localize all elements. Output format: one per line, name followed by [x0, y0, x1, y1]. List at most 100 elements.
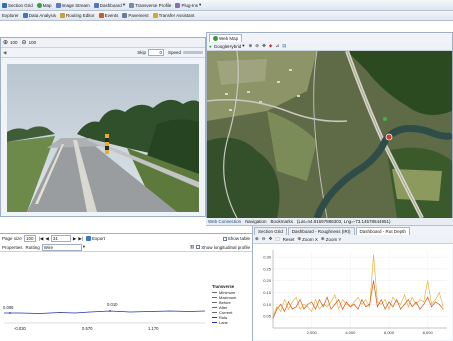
map-toolbar: ● GoogleHybrid ▾ ⊕ ⊖ ✥ ◆ ⊿ ▤ — [207, 42, 452, 51]
route-icon — [60, 13, 66, 18]
page-input[interactable]: 31 — [50, 235, 71, 242]
x-tick-label: 4,000 — [345, 330, 356, 335]
skip-input[interactable]: 0 — [147, 49, 164, 56]
image-panel: ⊕ 100 ⊖ 100 ◀ Skip 0 Speed — [0, 37, 206, 217]
data-point — [276, 308, 278, 310]
zoom-out-icon[interactable]: ⊖ — [22, 39, 27, 46]
pavement-button[interactable]: Pavement — [122, 13, 149, 18]
prev-page-icon[interactable]: ◀ — [45, 236, 48, 242]
provider-select[interactable]: GoogleHybrid — [214, 44, 242, 49]
zoom-in-icon[interactable]: ⊕ — [255, 236, 259, 242]
pan-icon[interactable]: ✥ — [262, 43, 266, 49]
data-point — [361, 299, 363, 300]
data-point — [365, 299, 367, 300]
tab-rut-depth[interactable]: Dashboard - Rut Depth — [355, 226, 410, 235]
marker-icon[interactable]: ◆ — [269, 43, 272, 49]
pan-icon[interactable]: ✥ — [269, 236, 273, 242]
tab-web-map[interactable]: Web Map — [209, 33, 243, 42]
ruler-icon[interactable]: ⊿ — [275, 43, 279, 49]
play-icon[interactable]: ◀ — [3, 50, 6, 56]
chevron-down-icon[interactable]: ▾ — [242, 43, 244, 49]
rutting-select[interactable]: Wire — [41, 243, 82, 251]
data-point — [353, 301, 355, 303]
legend-title: Transverse — [212, 284, 235, 289]
tab-roughness[interactable]: Dashboard - Roughness (IRI) — [287, 226, 355, 235]
refresh-icon[interactable]: ● — [209, 44, 212, 49]
data-point — [288, 308, 289, 310]
x-tick-label: 2,000 — [307, 330, 318, 335]
legend-swatch — [212, 296, 217, 298]
data-point — [380, 304, 382, 305]
dashboard-panel: Section Grid Dashboard - Roughness (IRI)… — [252, 226, 453, 341]
page-size-input[interactable]: 100 — [23, 235, 36, 242]
tick-label-3: 1.170 — [148, 326, 159, 331]
menu-image-stream[interactable]: Image Stream — [55, 2, 90, 8]
map-view[interactable] — [207, 51, 452, 218]
layers-icon[interactable]: ▤ — [282, 43, 286, 49]
tab-section-grid[interactable]: Section Grid — [254, 226, 287, 235]
data-point — [423, 301, 425, 303]
zoom-x-icon: ⊕ — [297, 236, 302, 241]
show-table-checkbox[interactable] — [222, 236, 227, 241]
routing-editor-button[interactable]: Routing Editor — [60, 13, 95, 18]
zoom-in-icon[interactable]: ⊕ — [249, 43, 253, 49]
zoom-in-icon[interactable]: ⊕ — [3, 39, 8, 46]
menu-transverse-profile[interactable]: Transverse Profile — [129, 2, 171, 8]
navigation-link[interactable]: Navigation — [245, 219, 266, 224]
first-page-icon[interactable]: |◀ — [39, 236, 44, 242]
skip-label: Skip — [137, 50, 146, 55]
data-point — [330, 308, 332, 310]
data-point — [280, 311, 282, 312]
data-point — [431, 306, 432, 308]
legend-item[interactable]: Lane — [212, 320, 250, 325]
y-tick-label: 0.10 — [263, 302, 272, 307]
export-button[interactable]: Export — [92, 236, 105, 241]
zoom-x-button[interactable]: Zoom X — [302, 237, 318, 242]
next-page-icon[interactable]: ▶ — [73, 236, 76, 242]
menu-plug-ins[interactable]: Plug-Ins ▾ — [175, 2, 201, 8]
data-point — [349, 306, 351, 308]
y-tick-label: 0.05 — [263, 314, 272, 319]
menu-dashboard[interactable]: Dashboard ▾ — [93, 2, 125, 8]
data-point — [415, 301, 417, 303]
zoom-out-icon[interactable]: ⊖ — [255, 43, 259, 49]
layout-toggle-icon[interactable]: ▥ — [190, 244, 194, 250]
image-icon — [55, 2, 61, 8]
data-point — [435, 299, 436, 300]
section-grid-icon — [2, 2, 7, 8]
properties-label[interactable]: Properties — [2, 245, 23, 250]
pavement-icon — [122, 13, 128, 18]
chevron-down-icon[interactable]: ▾ — [83, 244, 85, 250]
speed-slider[interactable] — [183, 51, 203, 54]
series-line-2 — [272, 280, 444, 319]
dashboard-toolbar: ⊕ ⊖ ✥ ⬚ Reset ⊕ Zoom X ⊕ Zoom Y — [253, 235, 453, 244]
explorer-button[interactable]: Explorer — [2, 13, 19, 18]
web-connection-link[interactable]: Web Connection — [208, 219, 241, 224]
last-page-icon[interactable]: ▶| — [78, 236, 83, 242]
data-point — [361, 304, 363, 305]
globe-icon — [213, 35, 218, 41]
rut-depth-chart[interactable]: 0.05 0.10 0.15 0.20 0.25 0.30 2,000 4,000 6,000 8… — [253, 244, 452, 340]
show-long-profile-checkbox[interactable] — [196, 245, 201, 249]
map-tab-strip: Web Map — [207, 33, 452, 42]
data-point — [315, 308, 316, 310]
data-point — [396, 301, 398, 303]
reset-button[interactable]: Reset — [283, 237, 295, 242]
menu-section-grid[interactable]: Section Grid — [2, 2, 33, 8]
zoom-out-icon[interactable]: ⊖ — [262, 236, 266, 242]
transfer-assistant-button[interactable]: Transfer Assistant — [152, 13, 194, 18]
location-marker[interactable] — [385, 133, 393, 141]
data-point — [407, 299, 409, 300]
zoom-y-button[interactable]: Zoom Y — [326, 237, 342, 242]
speed-label: Speed — [167, 50, 181, 55]
select-icon[interactable]: ⬚ — [275, 236, 279, 242]
events-button[interactable]: Events — [98, 13, 118, 18]
legend-label: Lane — [219, 319, 228, 325]
dashboard-icon — [93, 2, 99, 8]
data-point — [322, 306, 324, 308]
bookmarks-link[interactable]: Bookmarks — [270, 219, 293, 224]
menu-map[interactable]: Map — [36, 2, 52, 8]
data-point — [400, 304, 401, 305]
data-point — [307, 306, 309, 308]
data-analysis-button[interactable]: Data Analysis — [22, 13, 56, 18]
